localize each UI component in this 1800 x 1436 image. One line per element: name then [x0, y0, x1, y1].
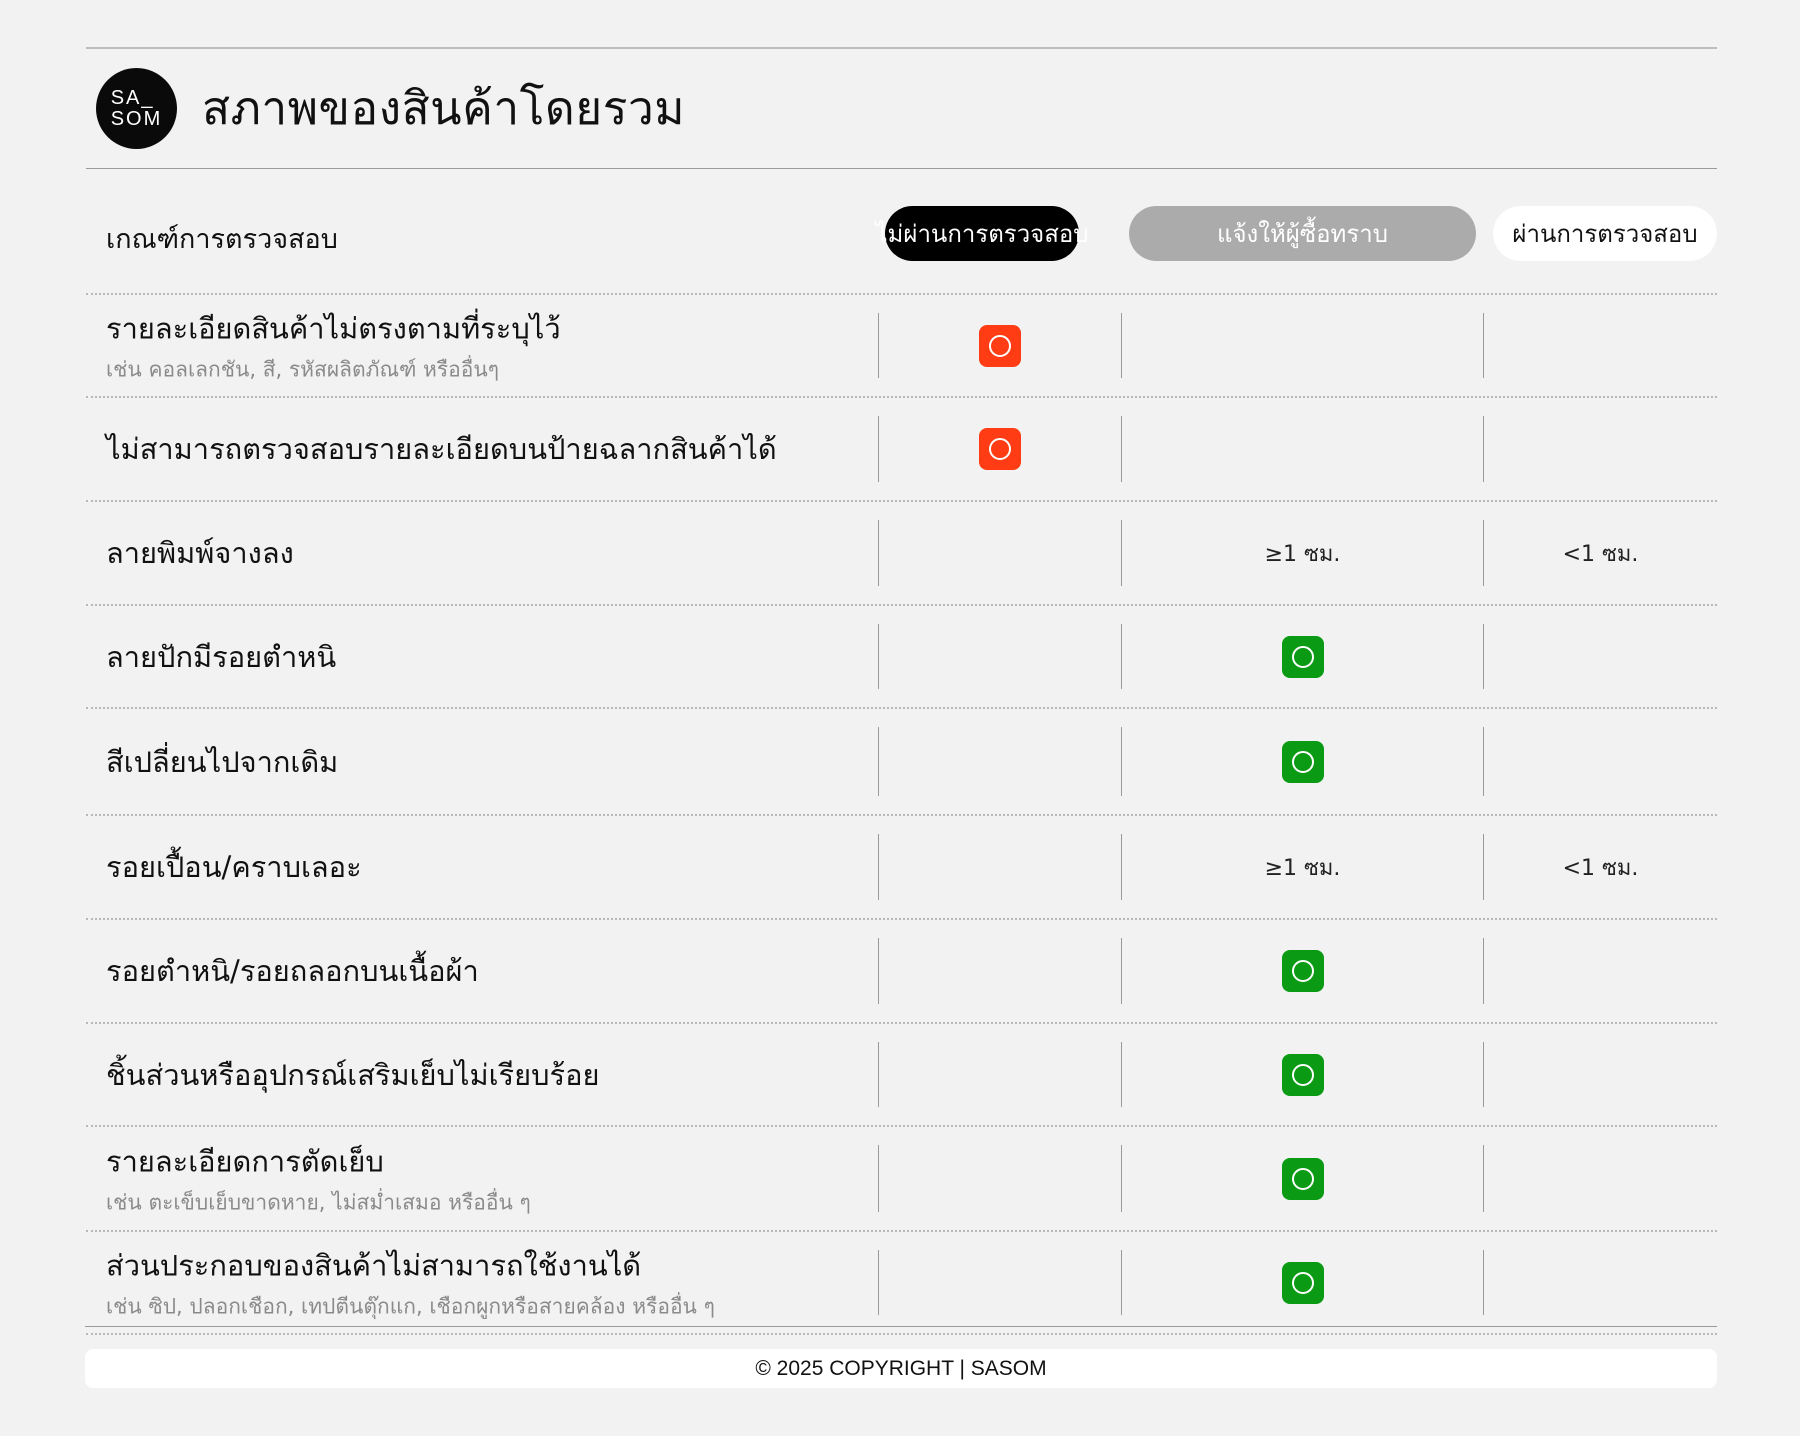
- criterion-example-text: เช่น ซิป, ปลอกเชือก, เทปตีนตุ๊กแก, เชือก…: [106, 1294, 715, 1318]
- table-row: รายละเอียดสินค้าไม่ตรงตามที่ระบุไว้เช่น …: [86, 295, 1717, 398]
- pass-cell: [1484, 920, 1717, 1022]
- sasom-logo: SA_ SOM: [96, 68, 177, 149]
- row-label: ส่วนประกอบของสินค้าไม่สามารถใช้งานได้เช่…: [106, 1242, 715, 1323]
- pass-cell: [1484, 1024, 1717, 1125]
- row-label: รายละเอียดสินค้าไม่ตรงตามที่ระบุไว้เช่น …: [106, 305, 561, 386]
- notify-cell: [1122, 709, 1483, 814]
- fail-cell: [879, 709, 1121, 814]
- criterion-text: รายละเอียดสินค้าไม่ตรงตามที่ระบุไว้: [106, 311, 561, 345]
- pass-cell: [1484, 1127, 1717, 1230]
- row-label: รายละเอียดการตัดเย็บเช่น ตะเข็บเย็บขาดหา…: [106, 1138, 531, 1219]
- fail-cell: [879, 1024, 1121, 1125]
- notify-marker-icon: [1281, 635, 1324, 678]
- criteria-rows: รายละเอียดสินค้าไม่ตรงตามที่ระบุไว้เช่น …: [86, 295, 1717, 1335]
- table-row: รอยตำหนิ/รอยถลอกบนเนื้อผ้า: [86, 920, 1717, 1024]
- fail-marker-icon: [979, 428, 1021, 470]
- pass-cell: [1484, 398, 1717, 500]
- fail-column-pill: ไม่ผ่านการตรวจสอบ: [875, 206, 1089, 261]
- pass-threshold-text: <1 ซม.: [1562, 541, 1639, 567]
- pass-threshold-text: <1 ซม.: [1562, 855, 1639, 881]
- criterion-text: รอยเปื้อน/คราบเลอะ: [106, 850, 362, 884]
- notify-threshold-text: ≥1 ซม.: [1264, 541, 1341, 567]
- notify-cell: [1122, 606, 1483, 707]
- fail-cell: [879, 606, 1121, 707]
- page-header: SA_ SOM สภาพของสินค้าโดยรวม: [86, 49, 1717, 169]
- notify-column-pill: แจ้งให้ผู้ซื้อทราบ: [1129, 206, 1476, 261]
- criteria-column-label: เกณฑ์การตรวจสอบ: [106, 224, 338, 255]
- criterion-text: ลายพิมพ์จางลง: [106, 536, 294, 570]
- table-row: ลายพิมพ์จางลง ≥1 ซม. <1 ซม.: [86, 502, 1717, 606]
- criterion-text: รอยตำหนิ/รอยถลอกบนเนื้อผ้า: [106, 954, 479, 988]
- row-label: ชิ้นส่วนหรืออุปกรณ์เสริมเย็บไม่เรียบร้อย: [106, 1052, 599, 1098]
- fail-cell: [879, 1232, 1121, 1333]
- table-row: ลายปักมีรอยตำหนิ: [86, 606, 1717, 709]
- pass-cell: [1484, 295, 1717, 396]
- row-label: ไม่สามารถตรวจสอบรายละเอียดบนป้ายฉลากสินค…: [106, 426, 777, 472]
- pass-column-pill: ผ่านการตรวจสอบ: [1493, 206, 1717, 261]
- criterion-example-text: เช่น ตะเข็บเย็บขาดหาย, ไม่สม่ำเสมอ หรืออ…: [106, 1190, 531, 1214]
- table-row: รอยเปื้อน/คราบเลอะ ≥1 ซม. <1 ซม.: [86, 816, 1717, 920]
- row-label: รอยตำหนิ/รอยถลอกบนเนื้อผ้า: [106, 948, 479, 994]
- fail-cell: [879, 502, 1121, 604]
- criterion-text: ลายปักมีรอยตำหนิ: [106, 639, 337, 674]
- table-row: รายละเอียดการตัดเย็บเช่น ตะเข็บเย็บขาดหา…: [86, 1127, 1717, 1232]
- notify-marker-icon: [1281, 1157, 1324, 1200]
- footer-bar: © 2025 COPYRIGHT | SASOM: [85, 1349, 1717, 1388]
- notify-marker-icon: [1281, 1261, 1324, 1304]
- pass-cell: [1484, 606, 1717, 707]
- notify-cell: [1122, 295, 1483, 396]
- inspection-table-panel: SA_ SOM สภาพของสินค้าโดยรวม เกณฑ์การตรวจ…: [86, 47, 1717, 1335]
- criterion-text: ชิ้นส่วนหรืออุปกรณ์เสริมเย็บไม่เรียบร้อย: [106, 1057, 600, 1092]
- pass-cell: <1 ซม.: [1484, 502, 1717, 604]
- criterion-text: รายละเอียดการตัดเย็บ: [106, 1144, 384, 1178]
- fail-cell: [879, 1127, 1121, 1230]
- table-row: ส่วนประกอบของสินค้าไม่สามารถใช้งานได้เช่…: [86, 1232, 1717, 1335]
- pass-cell: [1484, 709, 1717, 814]
- fail-cell: [879, 398, 1121, 500]
- column-header-row: เกณฑ์การตรวจสอบ ไม่ผ่านการตรวจสอบ แจ้งให…: [86, 169, 1717, 295]
- page-title: สภาพของสินค้าโดยรวม: [202, 81, 686, 135]
- notify-threshold-text: ≥1 ซม.: [1264, 855, 1341, 881]
- criterion-text: ไม่สามารถตรวจสอบรายละเอียดบนป้ายฉลากสินค…: [106, 432, 777, 466]
- fail-cell: [879, 816, 1121, 918]
- copyright-text: © 2025 COPYRIGHT | SASOM: [755, 1356, 1047, 1380]
- notify-cell: [1122, 1127, 1483, 1230]
- footer-divider: [85, 1326, 1717, 1327]
- criterion-example-text: เช่น คอลเลกชัน, สี, รหัสผลิตภัณฑ์ หรืออื…: [106, 357, 500, 381]
- notify-cell: [1122, 398, 1483, 500]
- criterion-text: ส่วนประกอบของสินค้าไม่สามารถใช้งานได้: [106, 1248, 642, 1282]
- fail-marker-icon: [979, 324, 1021, 367]
- row-label: รอยเปื้อน/คราบเลอะ: [106, 844, 362, 890]
- row-label: ลายปักมีรอยตำหนิ: [106, 634, 336, 680]
- table-row: สีเปลี่ยนไปจากเดิม: [86, 709, 1717, 816]
- fail-cell: [879, 920, 1121, 1022]
- notify-cell: [1122, 920, 1483, 1022]
- table-row: ไม่สามารถตรวจสอบรายละเอียดบนป้ายฉลากสินค…: [86, 398, 1717, 502]
- notify-marker-icon: [1281, 1053, 1324, 1096]
- table-row: ชิ้นส่วนหรืออุปกรณ์เสริมเย็บไม่เรียบร้อย: [86, 1024, 1717, 1127]
- fail-cell: [879, 295, 1121, 396]
- criterion-text: สีเปลี่ยนไปจากเดิม: [106, 744, 339, 779]
- notify-marker-icon: [1281, 950, 1324, 992]
- row-label: สีเปลี่ยนไปจากเดิม: [106, 739, 338, 785]
- notify-cell: ≥1 ซม.: [1122, 816, 1483, 918]
- row-label: ลายพิมพ์จางลง: [106, 530, 294, 576]
- notify-marker-icon: [1281, 740, 1324, 783]
- pass-cell: <1 ซม.: [1484, 816, 1717, 918]
- notify-cell: ≥1 ซม.: [1122, 502, 1483, 604]
- pass-cell: [1484, 1232, 1717, 1333]
- notify-cell: [1122, 1024, 1483, 1125]
- notify-cell: [1122, 1232, 1483, 1333]
